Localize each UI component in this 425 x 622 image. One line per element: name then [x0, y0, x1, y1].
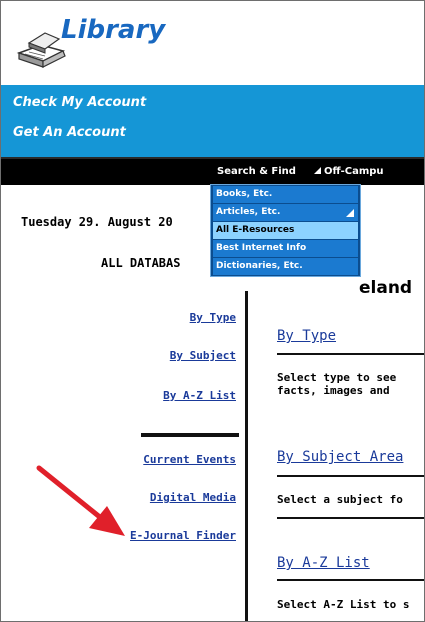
- site-header: Library: [1, 1, 424, 85]
- sidebar-link-by-a-z-list[interactable]: By A-Z List: [163, 389, 236, 402]
- submenu-triangle-icon: [346, 209, 354, 217]
- section-title-by-type[interactable]: By Type: [277, 328, 336, 344]
- section-divider: [277, 353, 424, 355]
- sidebar-link-e-journal-finder[interactable]: E-Journal Finder: [130, 529, 236, 542]
- get-an-account-link[interactable]: Get An Account: [13, 125, 126, 140]
- sidebar-link-current-events[interactable]: Current Events: [143, 453, 236, 466]
- sidebar-link-by-subject[interactable]: By Subject: [170, 349, 236, 362]
- section-text-by-a-z-list: Select A-Z List to s: [277, 598, 410, 611]
- library-logo-text[interactable]: Library: [61, 15, 165, 45]
- section-text-by-subject-area: Select a subject fo: [277, 493, 403, 506]
- page-title: eland: [359, 278, 413, 298]
- main-nav-bar: Search & Find Off-Campu: [1, 159, 424, 185]
- menu-item-label: Articles, Etc.: [216, 207, 281, 217]
- account-bar: Check My Account Get An Account: [1, 85, 424, 157]
- all-databases-heading: ALL DATABAS: [101, 256, 181, 270]
- section-title-by-a-z-list[interactable]: By A-Z List: [277, 555, 370, 571]
- search-find-dropdown: Books, Etc. Articles, Etc. All E-Resourc…: [210, 184, 361, 277]
- current-date: Tuesday 29. August 20: [21, 215, 173, 229]
- menu-item-articles[interactable]: Articles, Etc.: [213, 204, 358, 221]
- menu-item-label: Dictionaries, Etc.: [216, 261, 303, 271]
- check-my-account-link[interactable]: Check My Account: [13, 95, 146, 110]
- sidebar-divider: [141, 433, 239, 437]
- section-text-by-type: Select type to see facts, images and: [277, 371, 397, 397]
- menu-item-all-e-resources[interactable]: All E-Resources: [213, 222, 358, 239]
- column-divider: [245, 291, 248, 621]
- page-frame: Library Check My Account Get An Account …: [0, 0, 425, 622]
- submenu-triangle-icon: [314, 167, 321, 174]
- section-divider: [277, 475, 424, 477]
- section-divider: [277, 579, 424, 581]
- sidebar-link-by-type[interactable]: By Type: [190, 311, 236, 324]
- red-pointer-arrow-icon: [36, 465, 125, 536]
- menu-item-best-internet-info[interactable]: Best Internet Info: [213, 240, 358, 257]
- nav-off-campus[interactable]: Off-Campu: [314, 166, 384, 177]
- menu-item-label: Best Internet Info: [216, 243, 307, 253]
- section-divider: [277, 517, 424, 519]
- menu-item-books[interactable]: Books, Etc.: [213, 186, 358, 203]
- nav-search-find[interactable]: Search & Find: [217, 166, 296, 177]
- menu-item-label: Books, Etc.: [216, 189, 273, 199]
- section-title-by-subject-area[interactable]: By Subject Area: [277, 449, 403, 465]
- menu-item-label: All E-Resources: [216, 225, 295, 235]
- sidebar-link-digital-media[interactable]: Digital Media: [150, 491, 236, 504]
- menu-item-dictionaries[interactable]: Dictionaries, Etc.: [213, 258, 358, 275]
- nav-off-campus-label: Off-Campu: [324, 166, 384, 177]
